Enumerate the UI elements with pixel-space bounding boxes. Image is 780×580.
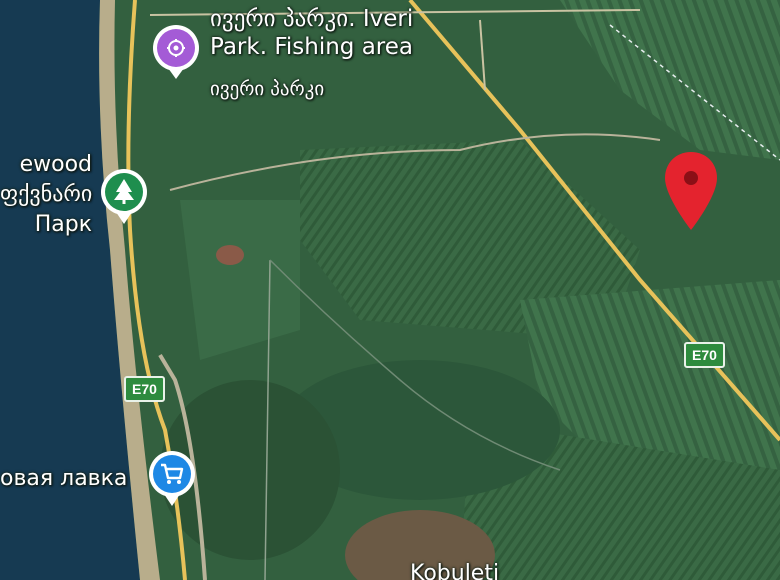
road-shield-e70-west: E70 — [124, 376, 165, 402]
poi-iveri-title[interactable]: ივერი პარკი. Iveri Park. Fishing area — [210, 5, 413, 61]
location-pin-icon — [665, 152, 717, 230]
poi-iveri-line1: ივერი პარკი. Iveri — [210, 6, 414, 32]
cart-icon — [149, 451, 195, 506]
poi-pinewood-title[interactable]: ewood ფქვნარი Парк — [0, 150, 92, 240]
poi-iveri-line2: Park. Fishing area — [210, 34, 414, 60]
shop-pin[interactable] — [146, 450, 198, 512]
map-terrain — [0, 0, 780, 580]
iveri-park-pin[interactable] — [150, 24, 202, 84]
tree-icon — [101, 169, 147, 224]
camera-icon — [153, 25, 199, 79]
poi-pinewood-line2: ფქვნარი — [0, 182, 93, 207]
map-view[interactable]: ივერი პარკი. Iveri Park. Fishing area ივ… — [0, 0, 780, 580]
poi-shop-title[interactable]: овая лавка — [0, 466, 127, 491]
poi-iveri-subtitle: ივერი პარკი — [210, 78, 325, 100]
town-label-kobuleti[interactable]: Kobuleti — [410, 561, 499, 580]
road-shield-e70-east: E70 — [684, 342, 725, 368]
poi-pinewood-sub: Парк — [34, 212, 92, 237]
poi-pinewood-line1: ewood — [19, 152, 92, 177]
pinewood-park-pin[interactable] — [98, 168, 150, 230]
location-marker[interactable] — [662, 150, 720, 238]
